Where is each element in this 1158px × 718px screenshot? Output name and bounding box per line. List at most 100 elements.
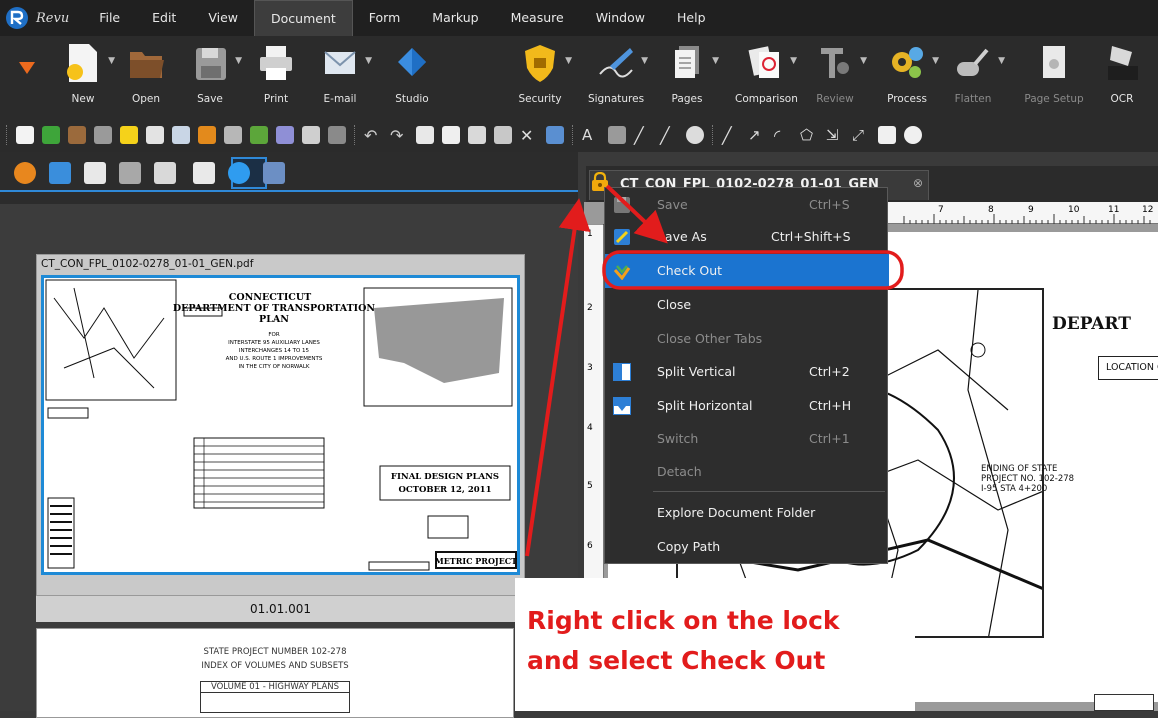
- menu-item-close[interactable]: Close: [605, 288, 889, 322]
- menu-view[interactable]: View: [192, 0, 254, 36]
- sets-icon[interactable]: [263, 162, 285, 184]
- ocr-button[interactable]: OCR: [1092, 42, 1152, 105]
- save-button[interactable]: ▼ Save: [180, 42, 242, 105]
- delete-icon[interactable]: ✕: [520, 126, 538, 145]
- close-tab-icon[interactable]: ⊗: [913, 176, 923, 190]
- menu-item-split-vertical[interactable]: Split Vertical Ctrl+2: [605, 355, 889, 389]
- open-button[interactable]: Open: [116, 42, 176, 105]
- document-heading: DEPART: [1052, 314, 1131, 334]
- security-button[interactable]: ▼ Security: [510, 42, 572, 105]
- menu-document[interactable]: Document: [254, 0, 353, 36]
- floppy-disk-icon: ▼: [190, 42, 242, 84]
- review-button[interactable]: ▼ Review: [805, 42, 867, 105]
- revu-logo-icon[interactable]: [4, 5, 30, 31]
- envelope-icon: ▼: [320, 42, 372, 84]
- grid-icon[interactable]: [84, 162, 106, 184]
- menu-window[interactable]: Window: [580, 0, 661, 36]
- page-corner-box: [1094, 694, 1154, 711]
- ribbon-dropdown-icon[interactable]: [19, 62, 35, 74]
- flatten-roller-icon: ▼: [953, 42, 1005, 84]
- page-setup-button[interactable]: Page Setup: [1024, 42, 1084, 105]
- new-small-icon[interactable]: [16, 126, 34, 144]
- email-small-icon[interactable]: [172, 126, 190, 144]
- thumbnails-icon[interactable]: [193, 162, 215, 184]
- print-button[interactable]: Print: [246, 42, 306, 105]
- line-icon[interactable]: ╱: [722, 126, 740, 145]
- close-other-tabs-menu-label: Close Other Tabs: [657, 331, 763, 346]
- arrow-icon[interactable]: ↗: [748, 126, 766, 144]
- settings-small-icon[interactable]: [546, 126, 564, 144]
- pen-icon[interactable]: ╱: [634, 126, 652, 145]
- email-button[interactable]: ▼ E-mail: [310, 42, 372, 105]
- process-button[interactable]: ▼ Process: [877, 42, 939, 105]
- undo-icon[interactable]: ↶: [364, 126, 382, 145]
- text-tool-icon[interactable]: A: [582, 126, 600, 144]
- properties-icon[interactable]: [49, 162, 71, 184]
- ocr-icon: [1102, 42, 1142, 84]
- print-small-icon[interactable]: [146, 126, 164, 144]
- flatten-label: Flatten: [954, 93, 992, 105]
- copy-path-menu-label: Copy Path: [657, 539, 721, 554]
- arc-icon[interactable]: ◜: [774, 126, 792, 145]
- eraser-icon[interactable]: [686, 126, 704, 144]
- notes-small-icon[interactable]: [120, 126, 138, 144]
- menu-item-detach[interactable]: Detach: [605, 455, 889, 489]
- thumbnail-page-2[interactable]: STATE PROJECT NUMBER 102-278 INDEX OF VO…: [36, 628, 514, 718]
- thumb-body-4: AND U.S. ROUTE 1 IMPROVEMENTS: [226, 356, 323, 362]
- menu-item-copy-path[interactable]: Copy Path: [605, 530, 889, 564]
- flatten-button[interactable]: ▼ Flatten: [943, 42, 1005, 105]
- cut-icon[interactable]: [416, 126, 434, 144]
- save-menu-shortcut: Ctrl+S: [809, 197, 850, 212]
- menu-item-split-horizontal[interactable]: Split Horizontal Ctrl+H: [605, 389, 889, 423]
- menu-edit[interactable]: Edit: [136, 0, 192, 36]
- marker-icon[interactable]: ╱: [660, 126, 678, 145]
- menu-item-switch[interactable]: Switch Ctrl+1: [605, 422, 889, 456]
- toolbar-divider: [354, 125, 356, 145]
- highlight-icon[interactable]: [608, 126, 626, 144]
- copy-icon[interactable]: [442, 126, 460, 144]
- pages-button[interactable]: ▼ Pages: [657, 42, 719, 105]
- form-small-icon[interactable]: [42, 126, 60, 144]
- menu-markup[interactable]: Markup: [416, 0, 494, 36]
- comparison-button[interactable]: ▼ Comparison: [735, 42, 798, 105]
- menu-item-close-other-tabs[interactable]: Close Other Tabs: [605, 322, 889, 356]
- thumb-body-5: IN THE CITY OF NORWALK: [239, 364, 310, 370]
- thumbnail-page-preview[interactable]: CONNECTICUT DEPARTMENT OF TRANSPORTATION…: [41, 275, 520, 575]
- menu-help[interactable]: Help: [661, 0, 722, 36]
- studio-button[interactable]: Studio: [382, 42, 442, 105]
- save-small-icon[interactable]: [94, 126, 112, 144]
- new-button[interactable]: ▼ New: [53, 42, 115, 105]
- menu-item-explore-folder[interactable]: Explore Document Folder: [605, 496, 889, 530]
- paste-icon[interactable]: [468, 126, 486, 144]
- ellipse-icon[interactable]: [904, 126, 922, 144]
- menu-item-check-out[interactable]: Check Out: [605, 254, 889, 288]
- places-pin-icon[interactable]: [228, 162, 250, 184]
- spellcheck-small-icon[interactable]: [276, 126, 294, 144]
- menu-item-save-as[interactable]: Save As Ctrl+Shift+S: [605, 220, 889, 254]
- tool-chest-icon[interactable]: [14, 162, 36, 184]
- binoculars-small-icon[interactable]: [250, 126, 268, 144]
- markups-list-icon[interactable]: [154, 162, 176, 184]
- menu-item-save[interactable]: Save Ctrl+S: [605, 188, 889, 222]
- doc-small-icon[interactable]: [328, 126, 346, 144]
- vruler-6: 6: [587, 541, 593, 551]
- menu-form[interactable]: Form: [353, 0, 417, 36]
- menu-file[interactable]: File: [83, 0, 136, 36]
- rectangle-icon[interactable]: [878, 126, 896, 144]
- ocr-small-icon[interactable]: [302, 126, 320, 144]
- eraser-small-icon[interactable]: [494, 126, 512, 144]
- edit-small-icon[interactable]: [224, 126, 242, 144]
- thumbnail-card[interactable]: CT_CON_FPL_0102-0278_01-01_GEN.pdf CONNE…: [36, 254, 525, 596]
- signatures-button[interactable]: ▼ Signatures: [586, 42, 648, 105]
- dimension-icon[interactable]: ⤢: [852, 126, 870, 144]
- package-small-icon[interactable]: [198, 126, 216, 144]
- split-vertical-shortcut: Ctrl+2: [809, 364, 850, 379]
- redo-icon[interactable]: ↷: [390, 126, 408, 145]
- polygon-icon[interactable]: ⬠: [800, 126, 818, 144]
- gears-icon: ▼: [887, 42, 939, 84]
- open-small-icon[interactable]: [68, 126, 86, 144]
- menu-measure[interactable]: Measure: [495, 0, 580, 36]
- layers-icon[interactable]: [119, 162, 141, 184]
- review-label: Review: [816, 93, 854, 105]
- callout-icon[interactable]: ⇲: [826, 126, 844, 144]
